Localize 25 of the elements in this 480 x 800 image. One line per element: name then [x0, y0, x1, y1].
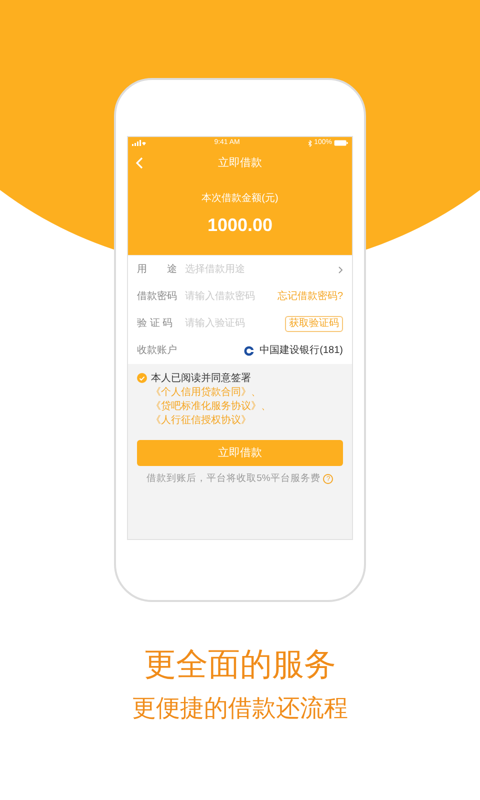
screen-title: 立即借款	[218, 156, 262, 171]
forgot-password-link[interactable]: 忘记借款密码?	[277, 289, 343, 304]
bluetooth-icon	[308, 140, 312, 146]
fee-note: 借款到账后，平台将收取5%平台服务费	[146, 472, 320, 486]
agreement-checkbox[interactable]	[137, 373, 147, 383]
back-icon[interactable]	[136, 157, 143, 169]
amount-value: 1000.00	[207, 214, 273, 237]
chevron-right-icon	[338, 266, 343, 274]
bank-account: 中国建设银行(181)	[260, 344, 343, 358]
signal-icon	[132, 140, 146, 146]
agreement-text: 本人已阅读并同意签署 《个人信用贷款合同》、 《贷吧标准化服务协议》、 《人行征信授权协议》	[151, 372, 272, 428]
subheadline: 更便捷的借款还流程	[132, 694, 348, 724]
headline: 更全面的服务	[144, 645, 336, 684]
field-label: 借款密码	[137, 290, 178, 304]
amount-label: 本次借款金额(元)	[202, 192, 278, 206]
field-label: 收款账户	[137, 344, 178, 358]
agreement-link[interactable]: 《个人信用贷款合同》	[151, 387, 251, 398]
submit-button[interactable]: 立即借款	[137, 440, 343, 466]
get-code-button[interactable]: 获取验证码	[285, 316, 343, 332]
agreement-link[interactable]: 《人行征信授权协议》	[151, 415, 251, 426]
battery-icon	[334, 140, 348, 146]
field-label: 验 证 码	[137, 317, 174, 331]
agreement-link[interactable]: 《贷吧标准化服务协议》	[151, 401, 261, 412]
ring-icon	[244, 346, 254, 356]
field-label: 用 途	[137, 263, 178, 277]
